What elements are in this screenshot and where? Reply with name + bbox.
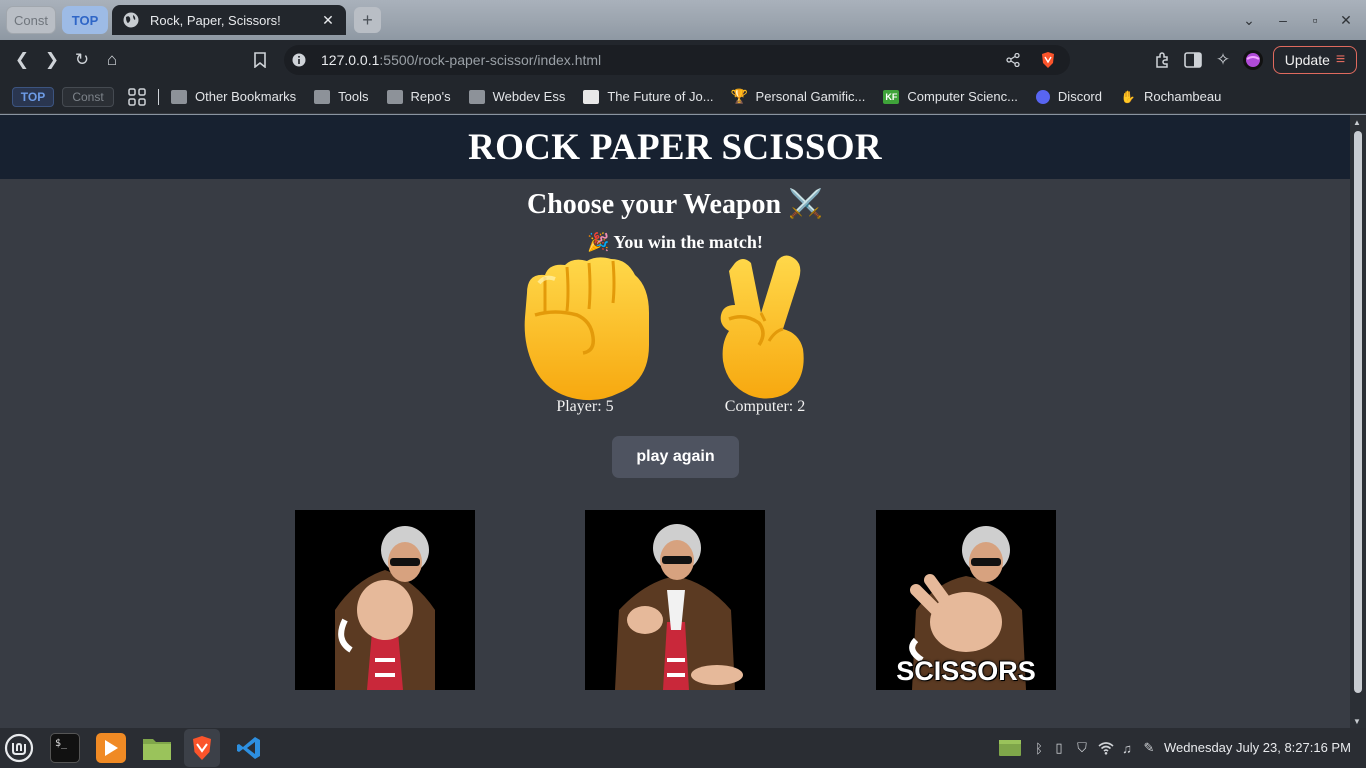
kf-logo-icon: KF	[883, 89, 900, 104]
bookmark-group-const[interactable]: Const	[62, 86, 114, 107]
scissors-caption: SCISSORS	[896, 656, 1036, 686]
document-icon	[583, 89, 600, 104]
tab-title: Rock, Paper, Scissors!	[150, 12, 281, 28]
bookmark-repos[interactable]: Repo's	[386, 89, 451, 104]
folder-icon	[314, 89, 331, 104]
apps-grid-icon[interactable]	[128, 87, 146, 106]
victory-hand-icon	[720, 255, 804, 399]
discord-icon	[1035, 89, 1050, 104]
update-button[interactable]: Update ≡	[1273, 46, 1357, 74]
bookmark-personal-gamific[interactable]: 🏆 Personal Gamific...	[730, 88, 866, 104]
url-text[interactable]: 127.0.0.1:5500/rock-paper-scissor/index.…	[321, 52, 601, 68]
forward-icon[interactable]: ❯	[40, 48, 64, 72]
extensions-icon[interactable]	[1151, 48, 1175, 72]
music-note-icon[interactable]: ♫	[1120, 740, 1134, 756]
minimize-icon[interactable]: –	[1273, 10, 1293, 30]
computer-score: Computer: 2	[724, 398, 806, 415]
bookmark-separator	[158, 88, 159, 105]
taskbar: $_ ᛒ ▯ ⛉ ♫ ✎ Wednesday July 23, 8:27:16 …	[0, 728, 1366, 768]
brave-browser-icon[interactable]	[184, 729, 220, 767]
profile-avatar[interactable]	[1241, 48, 1265, 72]
mint-menu-icon[interactable]	[4, 733, 34, 763]
leo-ai-icon[interactable]: ✧	[1211, 48, 1235, 72]
folder-icon	[386, 89, 403, 104]
bookmark-webdev-ess[interactable]: Webdev Ess	[468, 89, 565, 104]
reload-icon[interactable]: ↻	[70, 48, 94, 72]
vscode-icon[interactable]	[234, 733, 264, 763]
tab-active[interactable]: Rock, Paper, Scissors! ✕	[112, 5, 346, 35]
bookmark-group-top[interactable]: TOP	[12, 86, 54, 107]
page-header: ROCK PAPER SCISSOR	[0, 115, 1350, 179]
brave-shield-icon[interactable]	[1040, 51, 1056, 69]
scissors-weapon-button[interactable]: SCISSORS	[876, 510, 1056, 690]
rock-weapon-button[interactable]	[295, 510, 475, 690]
tab-search-chevron-icon[interactable]: ⌄	[1239, 10, 1259, 30]
player-score: Player: 5	[556, 398, 614, 415]
terminal-icon[interactable]: $_	[50, 733, 80, 763]
bookmark-future-of-jo[interactable]: The Future of Jo...	[583, 89, 714, 104]
shield-update-icon[interactable]: ⛉	[1074, 740, 1090, 756]
clock[interactable]: Wednesday July 23, 8:27:16 PM	[1164, 740, 1351, 755]
scroll-thumb[interactable]	[1354, 131, 1362, 693]
globe-icon	[123, 12, 139, 28]
rock-gesture-image	[335, 526, 435, 690]
update-label: Update	[1284, 52, 1330, 68]
home-icon[interactable]: ⌂	[100, 48, 124, 72]
back-icon[interactable]: ❮	[10, 48, 34, 72]
scroll-up-icon[interactable]: ▲	[1353, 118, 1361, 127]
media-player-icon[interactable]	[96, 733, 126, 763]
workspace-icon[interactable]	[999, 740, 1021, 756]
maximize-icon[interactable]: ▫	[1305, 10, 1325, 30]
raised-fist-icon	[524, 257, 649, 401]
clipboard-icon[interactable]: ▯	[1052, 740, 1066, 756]
play-again-button[interactable]: play again	[612, 436, 739, 478]
bookmark-tools[interactable]: Tools	[314, 89, 369, 104]
window-close-icon[interactable]: ✕	[1336, 10, 1356, 30]
sidebar-icon[interactable]	[1181, 48, 1205, 72]
folder-icon	[171, 89, 187, 104]
new-tab-button[interactable]: +	[354, 7, 381, 33]
folder-icon	[468, 89, 485, 104]
bookmark-discord[interactable]: Discord	[1035, 89, 1102, 104]
close-icon[interactable]: ✕	[320, 12, 336, 29]
bookmark-icon[interactable]	[248, 48, 272, 72]
wifi-icon[interactable]	[1098, 740, 1114, 756]
rochambeau-icon: ✋	[1120, 89, 1136, 104]
paper-gesture-image	[615, 524, 743, 690]
notes-icon[interactable]: ✎	[1142, 740, 1156, 756]
page-title: ROCK PAPER SCISSOR	[468, 126, 882, 168]
subtitle: Choose your Weapon ⚔️	[527, 189, 823, 220]
tab-group-const[interactable]: Const	[6, 6, 56, 34]
bookmark-rochambeau[interactable]: ✋ Rochambeau	[1120, 89, 1222, 104]
page-content: ROCK PAPER SCISSOR Choose your Weapon ⚔️…	[0, 115, 1350, 728]
page-scrollbar[interactable]: ▲ ▼	[1350, 115, 1366, 728]
bookmarks-bar: TOP Const Other Bookmarks Tools Repo's W…	[0, 80, 1366, 114]
bookmark-other-bookmarks[interactable]: Other Bookmarks	[171, 89, 296, 104]
share-icon[interactable]	[1006, 53, 1020, 67]
tab-group-top[interactable]: TOP	[62, 6, 108, 34]
tab-strip: Const TOP Rock, Paper, Scissors! ✕ + ⌄ –…	[0, 0, 1366, 40]
trophy-icon: 🏆	[730, 88, 749, 104]
hamburger-menu-icon: ≡	[1335, 51, 1346, 68]
bookmark-computer-science[interactable]: KF Computer Scienc...	[883, 89, 1018, 104]
bluetooth-icon[interactable]: ᛒ	[1032, 740, 1046, 756]
result-message: 🎉 You win the match!	[587, 232, 763, 252]
paper-weapon-button[interactable]	[585, 510, 765, 690]
site-info-icon[interactable]	[292, 53, 306, 67]
files-folder-icon[interactable]	[142, 733, 172, 763]
scroll-down-icon[interactable]: ▼	[1353, 717, 1361, 726]
